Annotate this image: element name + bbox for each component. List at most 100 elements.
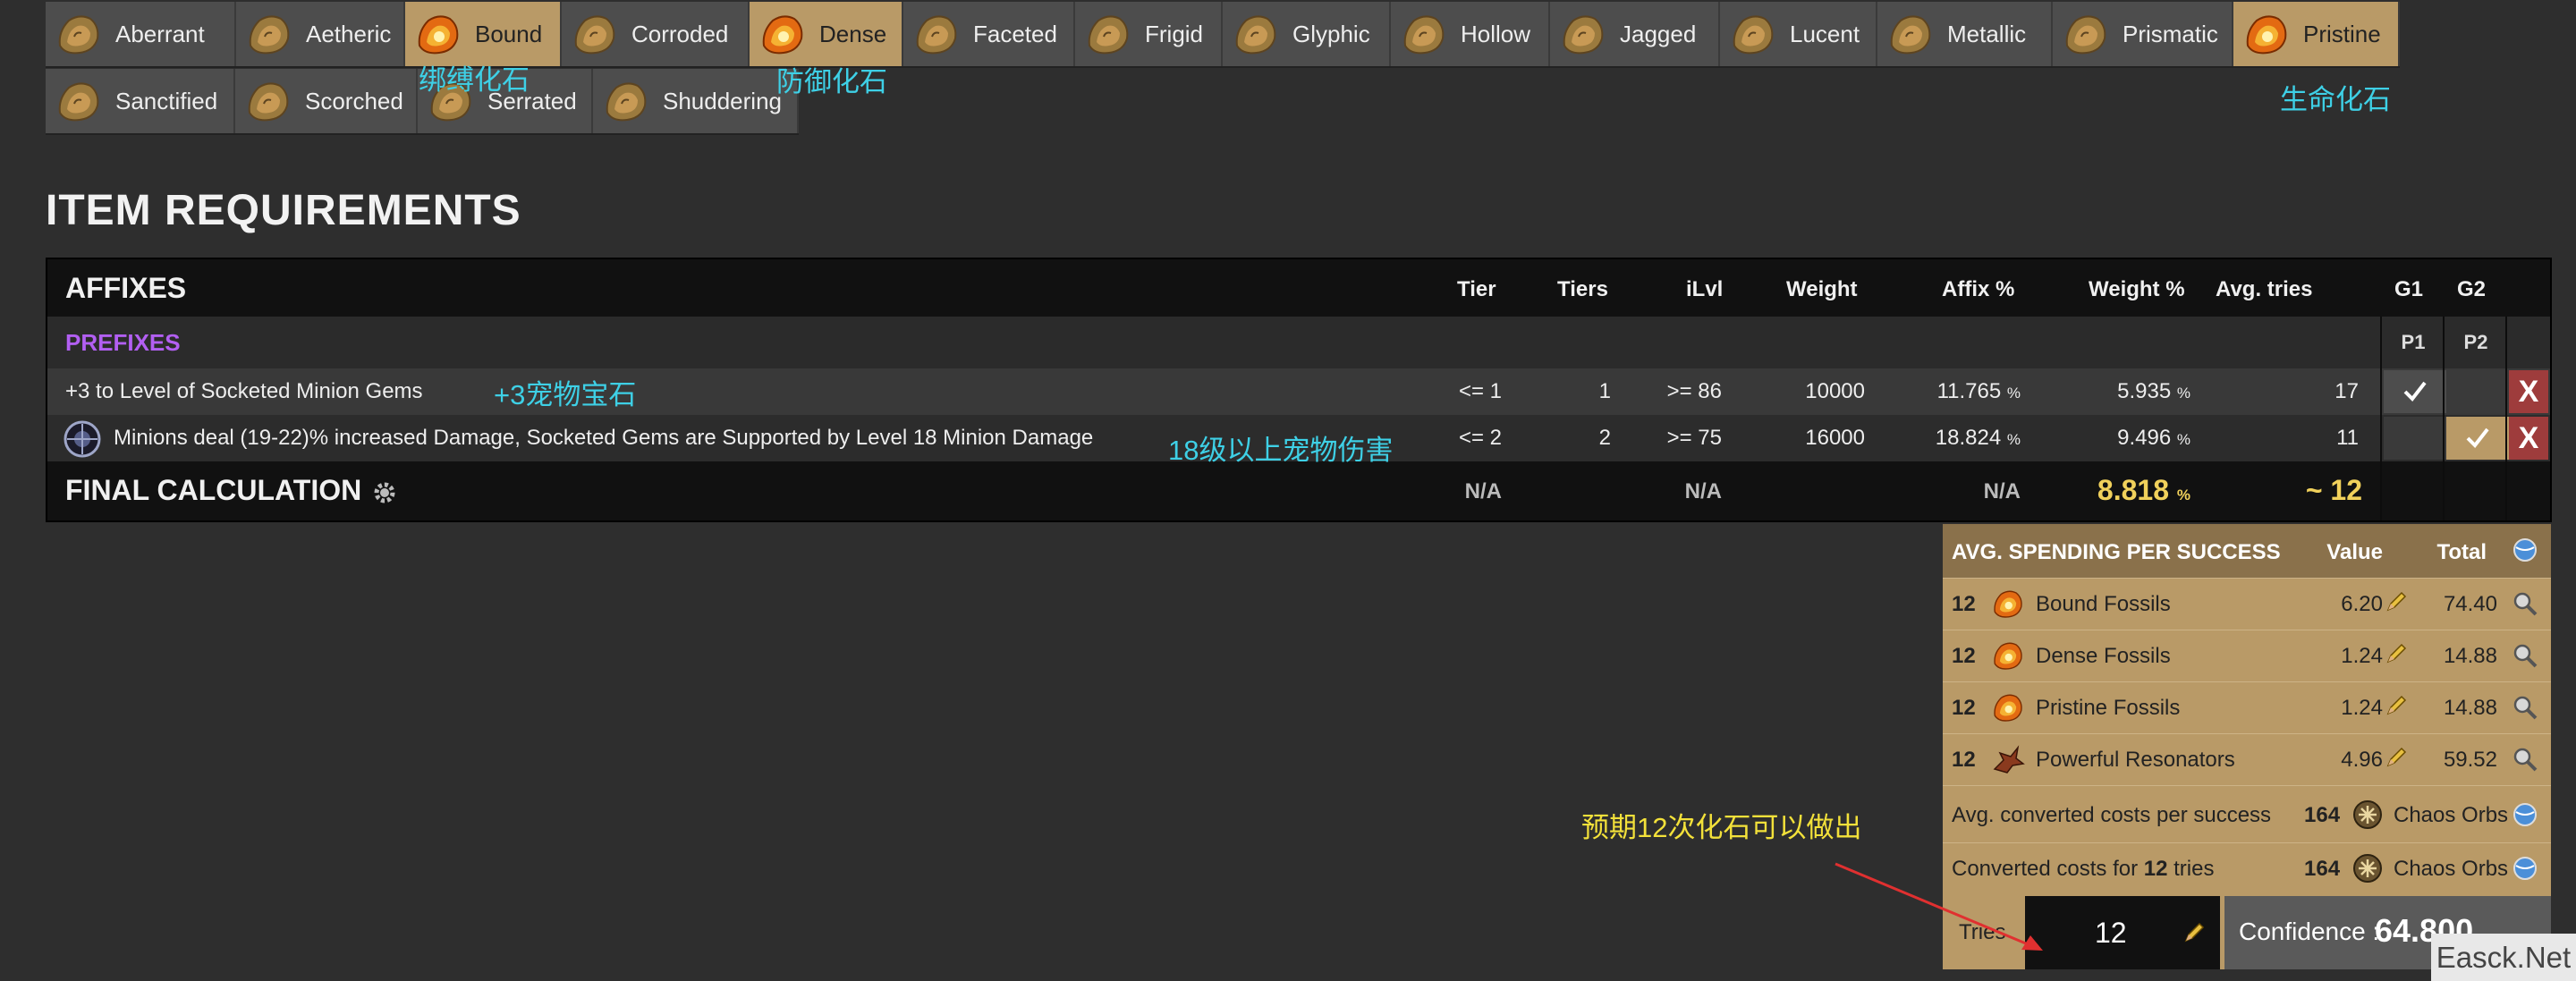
prefixes-label: PREFIXES — [65, 329, 181, 356]
prismatic-fossil-icon — [2062, 10, 2110, 58]
spending-value: 1.24 — [2341, 696, 2383, 720]
affix-tier: <= 2 — [1458, 426, 1502, 450]
fossil-tab-label: Pristine — [2303, 20, 2381, 47]
frigid-fossil-icon — [1084, 10, 1132, 58]
spending-header: AVG. SPENDING PER SUCCESS Value Total — [1943, 524, 2551, 579]
fossil-tab-label: Scorched — [305, 87, 403, 114]
gear-icon[interactable] — [371, 479, 398, 506]
fossil-tab-label: Aberrant — [115, 20, 205, 47]
fossil-tab-frigid[interactable]: Frigid — [1075, 2, 1223, 66]
g1-checkbox[interactable] — [2384, 417, 2446, 460]
fossil-tab-prismatic[interactable]: Prismatic — [2053, 2, 2233, 66]
spending-total-label: Total — [2436, 540, 2487, 564]
fossil-tab-label: Hollow — [1461, 20, 1531, 47]
affix-ilvl: >= 75 — [1666, 426, 1722, 450]
group-p1[interactable]: P1 — [2384, 322, 2443, 363]
fossil-tab-shuddering[interactable]: Shuddering — [593, 69, 799, 133]
fossil-tab-label: Metallic — [1947, 20, 2027, 47]
fossil-tab-jagged[interactable]: Jagged — [1550, 2, 1720, 66]
affix-text: +3 to Level of Socketed Minion Gems — [65, 379, 423, 403]
annotation-bound: 绑缚化石 — [419, 64, 530, 96]
shuddering-fossil-icon — [602, 77, 650, 125]
affix-pct: 11.765 % — [1936, 379, 2021, 403]
fossil-tab-scorched[interactable]: Scorched — [235, 69, 418, 133]
spending-qty: 12 — [1952, 644, 1976, 668]
final-calculation-row: FINAL CALCULATION N/A N/A N/A 8.818 % ~ … — [47, 461, 2550, 520]
spending-name: Bound Fossils — [2036, 592, 2171, 616]
header-affix-pct: Affix % — [1942, 277, 2015, 301]
fossil-tab-glyphic[interactable]: Glyphic — [1223, 2, 1391, 66]
affix-weight: 10000 — [1805, 379, 1865, 403]
fossil-tab-corroded[interactable]: Corroded — [562, 2, 750, 66]
affix-tier: <= 1 — [1458, 379, 1502, 403]
header-ilvl: iLvl — [1686, 277, 1724, 301]
magnifier-icon[interactable] — [2512, 590, 2538, 617]
final-avg-tries: ~ 12 — [2305, 474, 2362, 506]
header-tier: Tier — [1457, 277, 1496, 301]
fossil-tab-label: Aetheric — [306, 20, 392, 47]
g2-checkbox[interactable] — [2446, 370, 2509, 413]
magnifier-icon[interactable] — [2512, 746, 2538, 773]
sanctified-fossil-icon — [55, 77, 103, 125]
section-title: ITEM REQUIREMENTS — [46, 187, 521, 234]
g2-checkbox[interactable] — [2446, 417, 2509, 460]
pencil-icon[interactable] — [2385, 590, 2408, 613]
confidence-label: Confidence : — [2239, 918, 2380, 945]
resonator-icon — [1993, 745, 2025, 774]
pencil-icon[interactable] — [2182, 921, 2206, 944]
lucent-fossil-icon — [1729, 10, 1777, 58]
group-divider — [2443, 317, 2445, 520]
remove-affix-button[interactable]: X — [2509, 417, 2548, 460]
currency-label: Chaos Orbs — [2394, 803, 2509, 827]
fossil-tab-hollow[interactable]: Hollow — [1391, 2, 1550, 66]
g1-checkbox[interactable] — [2384, 370, 2446, 413]
affix-avg-tries: 17 — [2334, 379, 2359, 403]
fossil-tab-pristine[interactable]: Pristine — [2233, 2, 2400, 66]
spending-item: 12 Pristine Fossils 1.24 14.88 — [1943, 681, 2551, 734]
remove-affix-button[interactable]: X — [2509, 370, 2548, 413]
magnifier-icon[interactable] — [2512, 642, 2538, 669]
spending-name: Powerful Resonators — [2036, 748, 2235, 772]
pencil-icon[interactable] — [2385, 642, 2408, 665]
fossil-tab-metallic[interactable]: Metallic — [1877, 2, 2053, 66]
spending-item: 12 Dense Fossils 1.24 14.88 — [1943, 630, 2551, 682]
spending-value: 1.24 — [2341, 644, 2383, 668]
watermark: Easck.Net — [2431, 934, 2576, 981]
spending-value: 6.20 — [2341, 592, 2383, 616]
final-ilvl: N/A — [1684, 479, 1722, 503]
fossil-tab-faceted[interactable]: Faceted — [903, 2, 1075, 66]
header-weight: Weight — [1786, 277, 1858, 301]
final-tier: N/A — [1464, 479, 1502, 503]
final-affix-pct: N/A — [1983, 479, 2021, 503]
spending-qty: 12 — [1952, 592, 1976, 616]
spending-qty: 12 — [1952, 748, 1976, 772]
pencil-icon[interactable] — [2385, 694, 2408, 717]
group-divider — [2380, 317, 2382, 520]
fossil-tab-aetheric[interactable]: Aetheric — [236, 2, 405, 66]
fossil-tab-label: Frigid — [1145, 20, 1204, 47]
jagged-fossil-icon — [1559, 10, 1607, 58]
hollow-fossil-icon — [1400, 10, 1448, 58]
aetheric-fossil-icon — [245, 10, 293, 58]
table-header-row: AFFIXES Tier Tiers iLvl Weight Affix % W… — [47, 259, 2550, 317]
fossil-tab-label: Dense — [819, 20, 887, 47]
pencil-icon[interactable] — [2385, 746, 2408, 769]
fossil-tab-sanctified[interactable]: Sanctified — [46, 69, 235, 133]
fossil-tab-dense[interactable]: Dense — [750, 2, 903, 66]
fossil-tab-aberrant[interactable]: Aberrant — [46, 2, 236, 66]
check-icon — [2403, 381, 2427, 402]
refresh-icon[interactable] — [2512, 801, 2538, 828]
fossil-tabs-row-1: Aberrant Aetheric Bound Corroded Dense F… — [46, 2, 2400, 66]
fossil-tab-label: Lucent — [1790, 20, 1860, 47]
annotation-arrow-icon — [1835, 862, 2043, 951]
group-p2[interactable]: P2 — [2446, 322, 2505, 363]
final-calculation-label: FINAL CALCULATION — [65, 474, 362, 506]
refresh-icon[interactable] — [2512, 855, 2538, 882]
faceted-fossil-icon — [912, 10, 961, 58]
fossil-tab-label: Bound — [475, 20, 543, 47]
fossil-tab-lucent[interactable]: Lucent — [1720, 2, 1877, 66]
check-icon — [2466, 427, 2489, 449]
magnifier-icon[interactable] — [2512, 694, 2538, 721]
globe-icon[interactable] — [2512, 537, 2538, 563]
annotation-minion-damage: 18级以上宠物伤害 — [1168, 435, 1394, 466]
